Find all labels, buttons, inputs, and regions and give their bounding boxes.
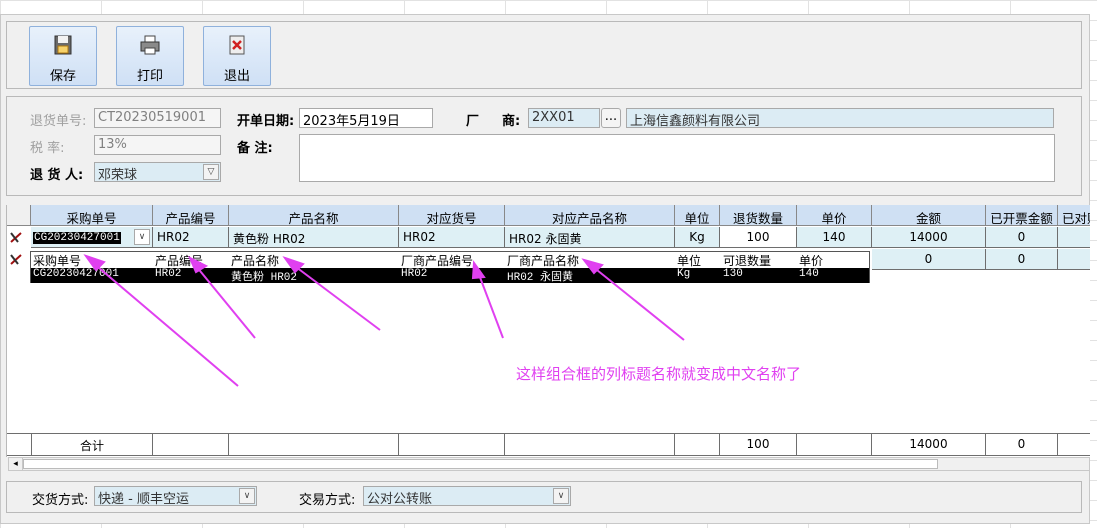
chevron-down-icon[interactable]: ∨	[239, 488, 255, 504]
arrow-vendor-name	[591, 265, 685, 341]
arrow-head-icon	[188, 255, 209, 274]
trade-select[interactable]: 公对公转账 ∨	[363, 486, 571, 506]
footer-panel: 交货方式: 快递 - 顺丰空运 ∨ 交易方式: 公对公转账 ∨	[6, 481, 1082, 513]
trade-label: 交易方式:	[299, 493, 356, 508]
scroll-left-icon[interactable]: ◂	[9, 458, 23, 470]
arrow-vendor-code	[477, 271, 504, 339]
trade-value: 公对公转账	[367, 492, 433, 506]
annotation-text: 这样组合框的列标题名称就变成中文名称了	[516, 365, 802, 383]
delivery-value: 快递 - 顺丰空运	[98, 492, 189, 506]
arrow-po-no	[91, 261, 239, 387]
arrow-product-code	[195, 265, 256, 339]
arrow-head-icon	[83, 254, 106, 272]
annotation-arrows	[83, 254, 685, 387]
delivery-label: 交货方式:	[32, 493, 89, 508]
arrow-product-name	[291, 263, 381, 331]
chevron-down-icon[interactable]: ∨	[553, 488, 569, 504]
arrow-head-icon	[471, 260, 486, 280]
scroll-thumb[interactable]	[23, 459, 938, 469]
grid-horizontal-scrollbar[interactable]: ◂	[8, 457, 1090, 471]
delivery-select[interactable]: 快递 - 顺丰空运 ∨	[94, 486, 257, 506]
